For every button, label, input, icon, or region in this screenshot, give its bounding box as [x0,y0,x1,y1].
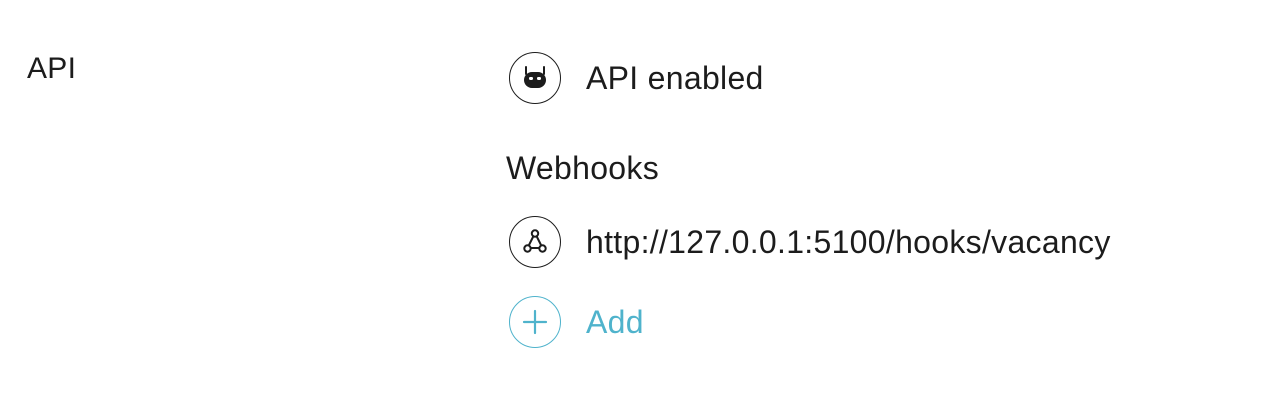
api-status-row: API enabled [509,51,764,105]
robot-icon [509,52,561,104]
webhook-icon [509,216,561,268]
add-webhook-button[interactable]: Add [509,295,644,349]
plus-icon [509,296,561,348]
section-label-api: API [27,52,77,85]
api-status-label: API enabled [586,60,764,96]
add-webhook-label: Add [586,304,644,340]
webhook-list-item[interactable]: http://127.0.0.1:5100/hooks/vacancy [509,215,1111,269]
webhook-url: http://127.0.0.1:5100/hooks/vacancy [586,224,1111,260]
webhooks-heading: Webhooks [506,150,660,186]
